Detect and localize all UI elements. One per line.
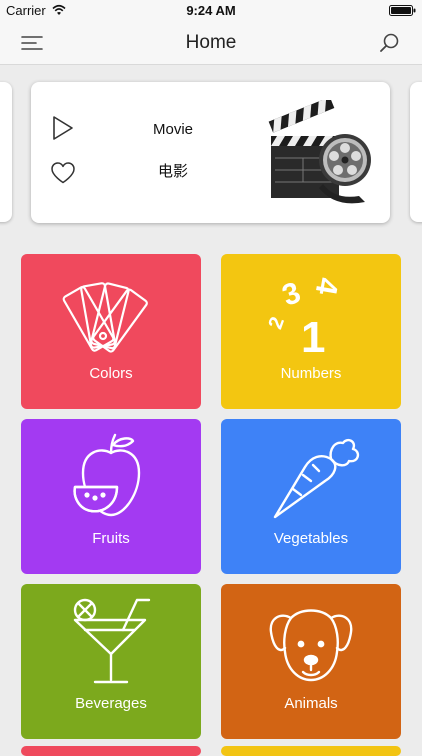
cocktail-icon (73, 598, 151, 684)
tile-label: Fruits (92, 530, 130, 547)
tile-label: Animals (284, 695, 338, 712)
play-button[interactable] (49, 114, 77, 142)
category-tile-colors[interactable]: Colors (21, 254, 201, 409)
category-tile-beverages[interactable]: Beverages (21, 584, 201, 739)
play-icon (53, 116, 73, 140)
category-tile-fruits[interactable]: Fruits (21, 419, 201, 574)
category-tile-animals[interactable]: Animals (221, 584, 401, 739)
status-bar: Carrier 9:24 AM (0, 0, 422, 22)
category-tile-partial[interactable] (21, 746, 201, 756)
next-card[interactable] (410, 82, 422, 222)
search-icon (380, 33, 399, 52)
color-swatch-icon (62, 282, 148, 353)
featured-carousel[interactable]: Movie 电影 (0, 78, 422, 228)
svg-text:3: 3 (278, 276, 305, 313)
menu-button[interactable] (14, 28, 50, 58)
category-tile-vegetables[interactable]: Vegetables (221, 419, 401, 574)
movie-clapperboard-image (268, 100, 371, 204)
tile-label: Colors (89, 365, 133, 382)
tile-label: Vegetables (273, 530, 349, 547)
card-title: Movie (152, 121, 193, 138)
search-button[interactable] (372, 28, 406, 58)
heart-icon (51, 162, 75, 184)
svg-text:1: 1 (301, 313, 325, 356)
status-time: 9:24 AM (186, 3, 236, 18)
tile-label: Beverages (75, 695, 147, 712)
carrot-icon (273, 438, 360, 519)
tile-label: Numbers (280, 365, 342, 382)
apple-icon (73, 433, 141, 517)
numbers-icon: 3 4 2 1 (264, 275, 344, 356)
svg-text:4: 4 (309, 275, 344, 297)
dog-icon (269, 609, 353, 682)
category-tile-partial[interactable] (221, 746, 401, 756)
page-title: Home (185, 32, 237, 53)
hamburger-menu-icon (21, 36, 43, 50)
navigation-bar: Home (0, 22, 422, 65)
favorite-button[interactable] (48, 159, 78, 187)
featured-card[interactable]: Movie 电影 (31, 82, 390, 223)
card-subtitle: 电影 (157, 163, 188, 180)
previous-card[interactable] (0, 82, 12, 222)
category-tile-numbers[interactable]: 3 4 2 1 Numbers (221, 254, 401, 409)
svg-text:2: 2 (264, 314, 288, 332)
battery-icon (389, 5, 416, 16)
